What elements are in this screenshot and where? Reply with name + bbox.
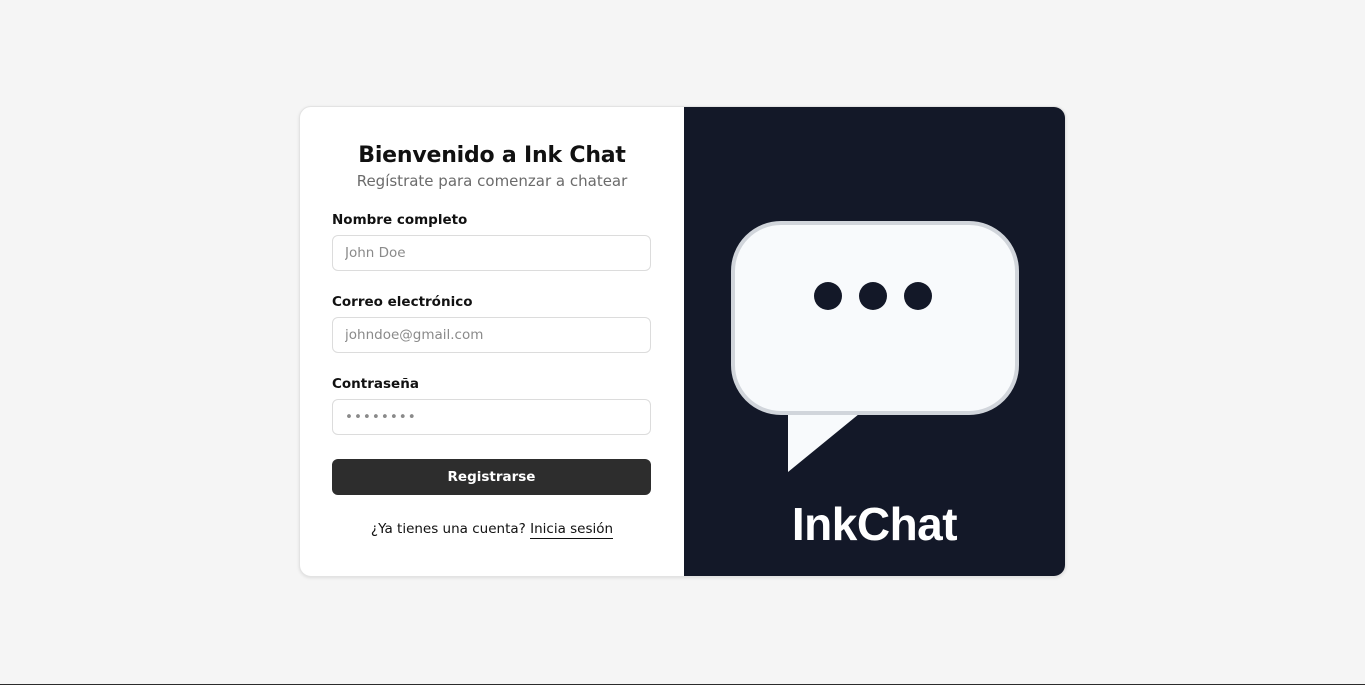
bubble-body [731,221,1019,415]
name-input[interactable] [332,235,651,271]
page: Bienvenido a Ink Chat Regístrate para co… [0,0,1365,685]
chat-bubble-typing-icon [731,221,1019,472]
typing-dot [859,282,887,310]
password-field-label: Contraseña [332,376,419,392]
typing-dot [904,282,932,310]
brand-name: InkChat [791,498,958,550]
brand-pane: InkChat [684,107,1065,576]
password-input[interactable] [332,399,651,435]
login-link[interactable]: Inicia sesión [530,521,614,539]
typing-dot [814,282,842,310]
email-field-group: Correo electrónico [332,294,652,353]
page-subtitle: Regístrate para comenzar a chatear [356,172,628,190]
signup-form-pane: Bienvenido a Ink Chat Regístrate para co… [300,107,684,576]
email-input[interactable] [332,317,651,353]
name-field-label: Nombre completo [332,212,468,228]
email-field-label: Correo electrónico [332,294,473,310]
name-field-group: Nombre completo [332,212,652,271]
signup-card: Bienvenido a Ink Chat Regístrate para co… [299,106,1066,577]
password-field-group: Contraseña [332,376,652,435]
login-prompt-text: ¿Ya tienes una cuenta? [370,521,526,537]
page-title: Bienvenido a Ink Chat [358,143,626,168]
bubble-tail [788,405,870,472]
register-button[interactable]: Registrarse [332,459,651,495]
login-prompt: ¿Ya tienes una cuenta? Inicia sesión [332,521,652,539]
